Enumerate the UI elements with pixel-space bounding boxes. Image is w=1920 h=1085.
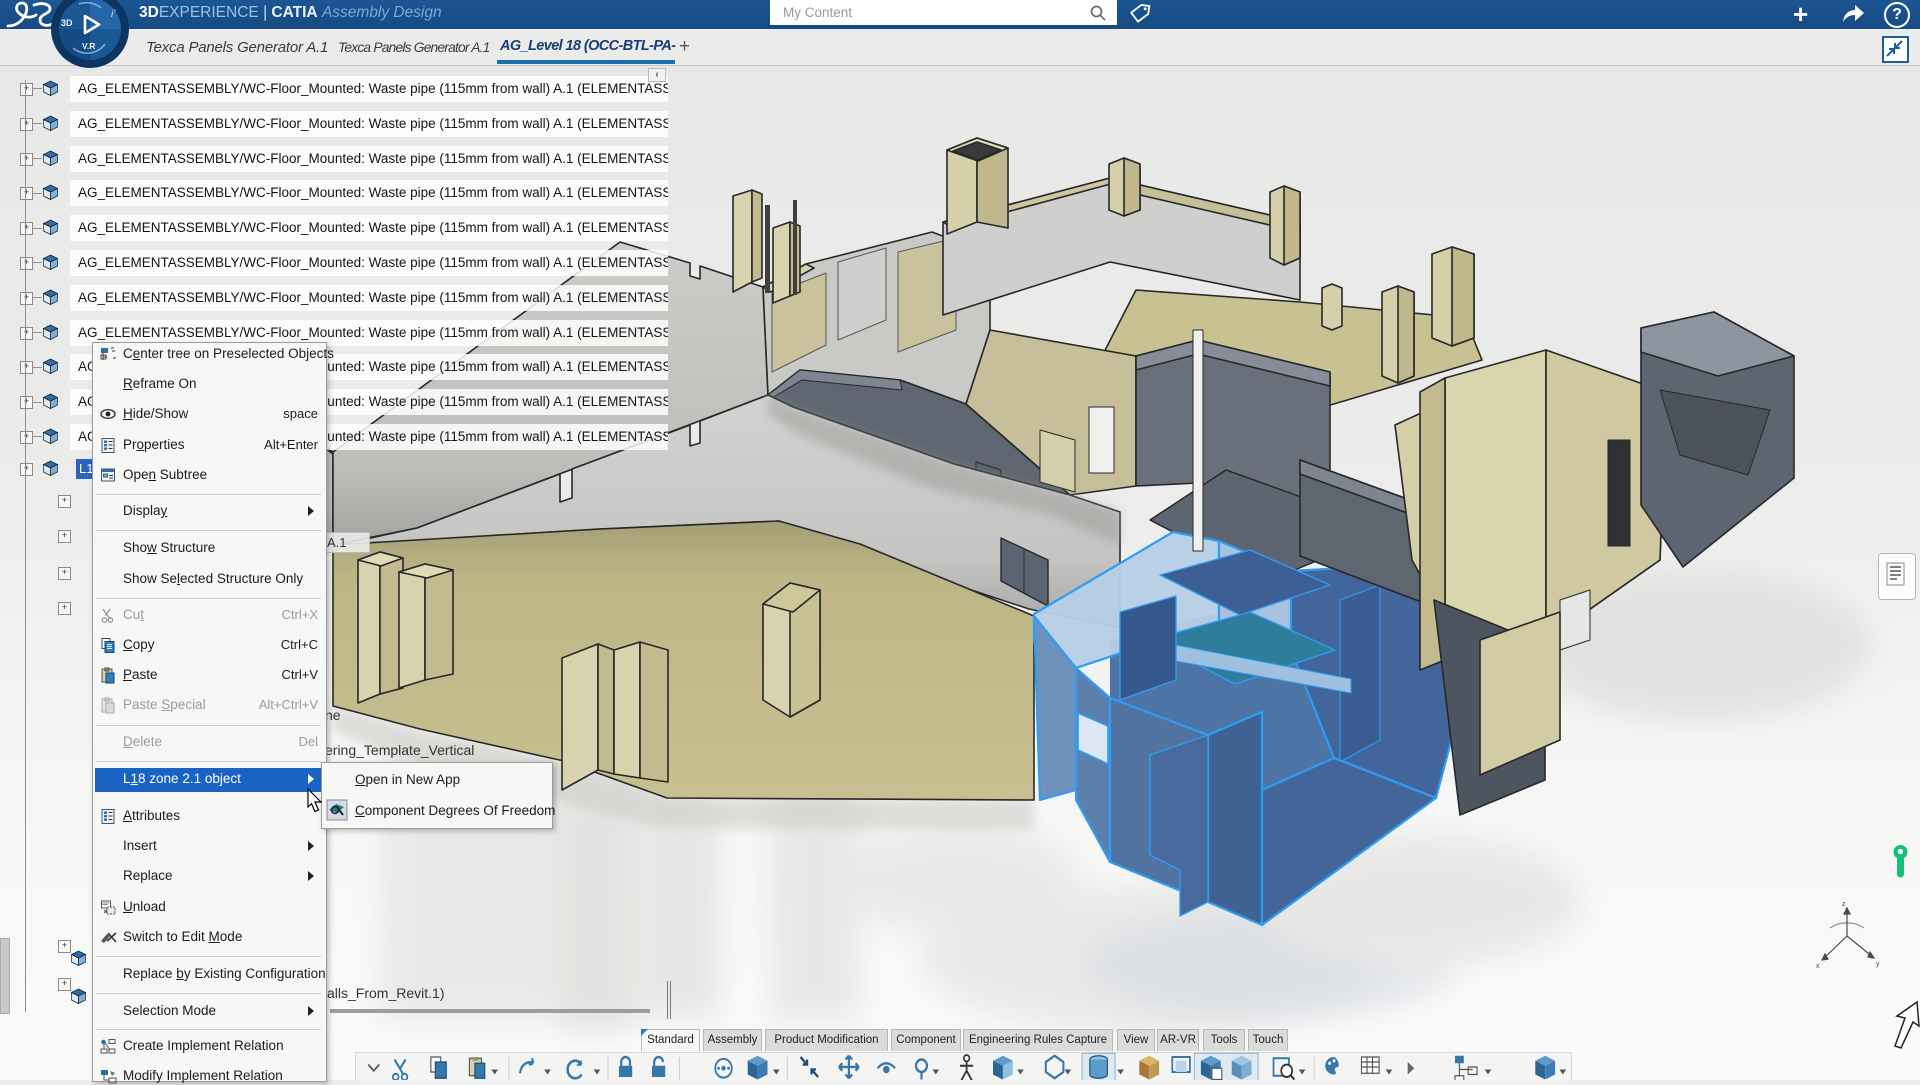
svg-text:x: x [1816,963,1820,970]
svg-text:V.R: V.R [82,41,95,51]
svg-text:iʼ: iʼ [111,9,116,20]
svg-text:3D: 3D [61,18,73,28]
svg-text:z: z [1842,901,1846,908]
svg-text:y: y [1876,961,1880,968]
